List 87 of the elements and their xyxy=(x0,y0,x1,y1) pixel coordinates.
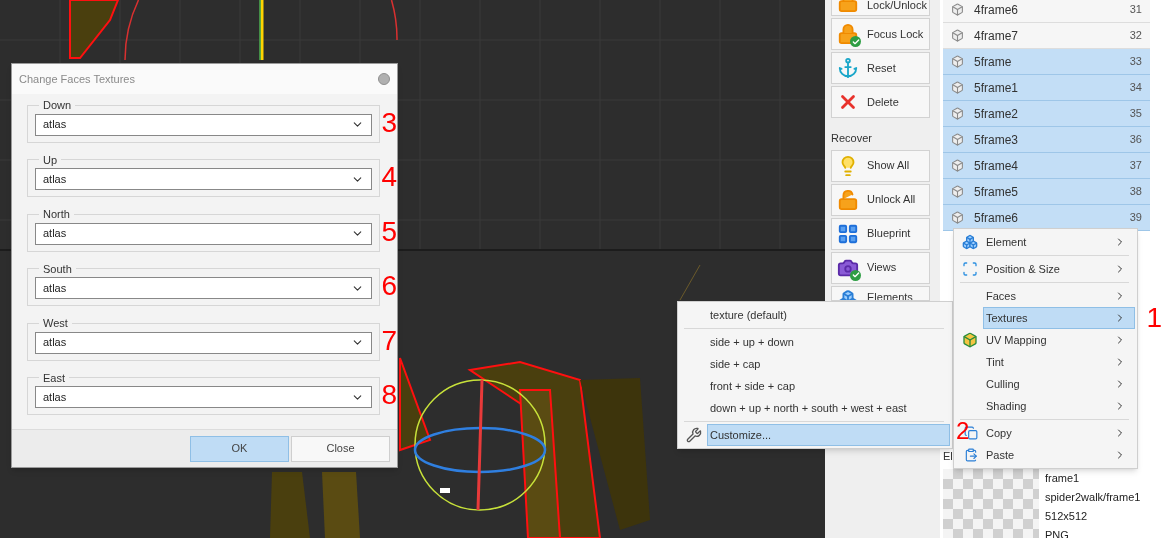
resize-icon xyxy=(962,261,978,277)
wrench-icon xyxy=(686,427,702,443)
list-row[interactable]: 5frame6 39 xyxy=(943,205,1150,231)
menu-item[interactable]: Copy xyxy=(983,422,1135,444)
face-label: East xyxy=(42,370,66,386)
face-label: Up xyxy=(42,152,59,168)
menu-item[interactable]: Tint xyxy=(983,351,1135,373)
menu-item[interactable]: Shading xyxy=(983,395,1135,417)
section-heading: El xyxy=(943,449,953,464)
tool-button[interactable]: Views xyxy=(831,251,930,284)
arc-line xyxy=(124,0,140,61)
marker-drawing xyxy=(440,488,450,493)
menu-item[interactable]: down + up + north + south + west + east xyxy=(707,397,950,419)
cube-icon xyxy=(951,3,964,16)
cube-icon xyxy=(951,211,964,224)
arc-line xyxy=(390,0,398,41)
tool-button[interactable]: Reset xyxy=(831,52,930,84)
texture-detail: spider2walk/frame1 xyxy=(1045,489,1141,505)
cube-icon xyxy=(951,55,964,68)
list-row[interactable]: 5frame2 35 xyxy=(943,101,1150,127)
cube-icon xyxy=(951,133,964,146)
menu-item[interactable]: side + up + down xyxy=(707,331,950,353)
tool-button[interactable]: Lock/Unlock xyxy=(831,0,930,16)
menu-item[interactable]: Textures xyxy=(983,307,1135,329)
texture-dropdown[interactable]: atlas xyxy=(35,331,373,354)
annotation-number: 5 xyxy=(381,217,397,246)
menu-item[interactable]: texture (default) xyxy=(707,304,950,326)
list-row[interactable]: 5frame 33 xyxy=(943,49,1150,75)
menu-item[interactable]: Position & Size xyxy=(983,258,1135,280)
dialog-button[interactable]: OK xyxy=(190,435,289,462)
annotation-number: 3 xyxy=(381,108,397,137)
menu-item[interactable]: Faces xyxy=(983,285,1135,307)
padlock-icon xyxy=(837,23,859,45)
annotation-number: 1 xyxy=(1146,304,1162,332)
face-label: West xyxy=(42,316,69,331)
cube-icon xyxy=(962,332,978,348)
annotation-number: 7 xyxy=(381,326,397,355)
tool-button[interactable]: Show All xyxy=(831,149,930,182)
menu-item[interactable]: Paste xyxy=(983,444,1135,466)
cubes-icon xyxy=(962,234,978,250)
paste-icon xyxy=(964,448,978,462)
cube-icon xyxy=(951,81,964,94)
model-part-drawing xyxy=(69,0,120,59)
list-row[interactable]: 4frame6 31 xyxy=(943,0,1150,23)
tool-button[interactable]: Blueprint xyxy=(831,217,930,250)
axis-line xyxy=(679,264,701,301)
tool-button[interactable]: Delete xyxy=(831,86,930,118)
texture-detail: frame1 xyxy=(1045,470,1081,486)
texture-dropdown[interactable]: atlas xyxy=(35,168,373,190)
dialog-title: Change Faces Textures xyxy=(19,71,135,87)
list-row[interactable]: 5frame5 38 xyxy=(943,179,1150,205)
blueprint-icon xyxy=(837,222,859,245)
face-label: Down xyxy=(42,98,73,113)
list-row[interactable]: 5frame4 37 xyxy=(943,153,1150,179)
dialog-button[interactable]: Close xyxy=(291,435,390,462)
annotation-number: 2 xyxy=(956,419,970,443)
texture-dropdown[interactable]: atlas xyxy=(35,277,373,299)
anchor-icon xyxy=(837,57,859,79)
menu-item[interactable]: front + side + cap xyxy=(707,375,950,397)
texture-detail: 512x512 xyxy=(1045,508,1089,524)
close-icon[interactable] xyxy=(378,73,390,85)
open-padlock-icon xyxy=(837,188,859,211)
annotation-number: 8 xyxy=(381,381,397,409)
annotation-number: 6 xyxy=(381,272,397,300)
section-heading: Recover xyxy=(831,131,873,146)
list-row[interactable]: 5frame1 34 xyxy=(943,75,1150,101)
menu-item[interactable]: Culling xyxy=(983,373,1135,395)
cube-icon xyxy=(951,29,964,42)
cube-icon xyxy=(951,107,964,120)
face-label: South xyxy=(42,261,73,277)
texture-dropdown[interactable]: atlas xyxy=(35,222,373,245)
list-row[interactable]: 4frame7 32 xyxy=(943,23,1150,49)
cube-icon xyxy=(951,159,964,172)
cube-icon xyxy=(951,185,964,198)
tool-button[interactable]: Unlock All xyxy=(831,183,930,216)
menu-item[interactable]: side + cap xyxy=(707,353,950,375)
texture-dropdown[interactable]: atlas xyxy=(35,386,373,408)
axis-line xyxy=(259,0,264,61)
face-label: North xyxy=(42,207,71,222)
list-row[interactable]: 5frame3 36 xyxy=(943,127,1150,153)
texture-detail: PNG xyxy=(1045,527,1070,538)
menu-item[interactable]: Customize... xyxy=(707,424,950,446)
tool-button[interactable]: Focus Lock xyxy=(831,18,930,50)
menu-item[interactable]: Element xyxy=(983,231,1135,253)
menu-item[interactable]: UV Mapping xyxy=(983,329,1135,351)
texture-dropdown[interactable]: atlas xyxy=(35,113,373,136)
annotation-number: 4 xyxy=(381,163,397,191)
